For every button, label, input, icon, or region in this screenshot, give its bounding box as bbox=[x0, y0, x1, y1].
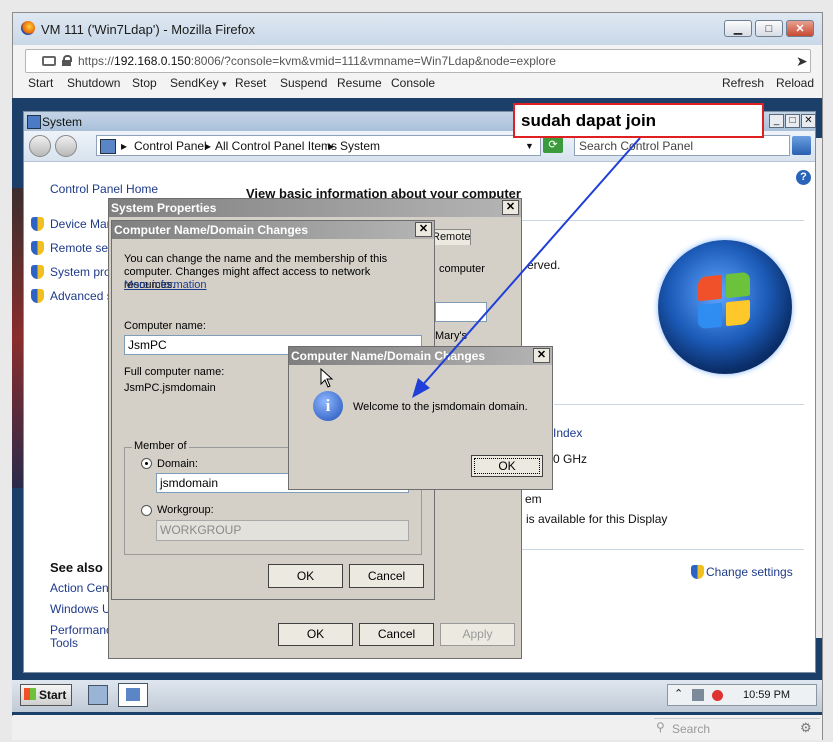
taskbar-system-window[interactable] bbox=[118, 683, 148, 707]
clock[interactable]: 10:59 PM bbox=[743, 689, 790, 701]
browser-search-box[interactable]: ⚲ Search ⚙ bbox=[654, 718, 820, 739]
annotation-arrow bbox=[412, 137, 641, 398]
system-tray: ⌃ 10:59 PM bbox=[667, 684, 817, 706]
tray-network-icon[interactable] bbox=[692, 689, 704, 701]
taskbar-network-icon[interactable] bbox=[88, 685, 108, 705]
windows-flag-icon bbox=[24, 688, 36, 700]
start-label: Start bbox=[39, 688, 67, 702]
gear-icon[interactable]: ⚙ bbox=[800, 720, 812, 736]
browser-search-placeholder: Search bbox=[672, 722, 711, 736]
tray-volume-icon[interactable] bbox=[712, 690, 723, 701]
tray-expand-icon[interactable]: ⌃ bbox=[674, 687, 683, 700]
search-icon: ⚲ bbox=[656, 720, 665, 734]
start-button[interactable]: Start bbox=[20, 684, 72, 706]
computer-icon bbox=[126, 688, 140, 701]
windows-taskbar: Start ⌃ 10:59 PM bbox=[12, 680, 822, 712]
browser-status-bar: ⚲ Search ⚙ bbox=[12, 716, 822, 740]
